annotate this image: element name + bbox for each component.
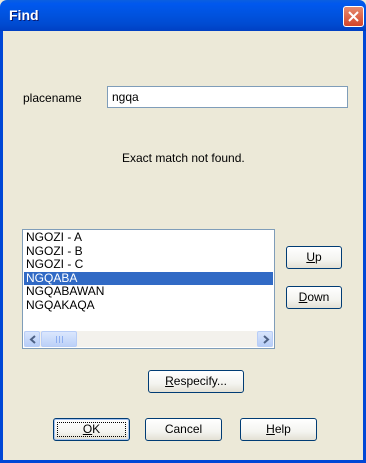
horizontal-scrollbar[interactable]	[24, 331, 273, 347]
cancel-label: Cancel	[164, 422, 203, 436]
up-button[interactable]: Up	[286, 246, 342, 269]
cancel-button[interactable]: Cancel	[145, 418, 222, 441]
title-bar[interactable]: Find	[0, 0, 366, 31]
down-label: own	[307, 290, 330, 304]
up-mnemonic: U	[306, 250, 315, 264]
placename-input[interactable]: ngqa	[107, 86, 348, 108]
scroll-right-button[interactable]	[257, 331, 273, 347]
respecify-label: especify...	[173, 374, 227, 388]
up-label: p	[314, 250, 322, 264]
chevron-left-icon	[29, 335, 36, 344]
window-border-left	[0, 31, 3, 463]
scroll-left-button[interactable]	[24, 331, 40, 347]
respecify-mnemonic: R	[165, 374, 174, 388]
help-button[interactable]: Help	[240, 418, 317, 441]
list-item[interactable]: NGOZI - B	[24, 244, 273, 259]
scroll-thumb[interactable]	[41, 331, 77, 347]
status-message: Exact match not found.	[122, 151, 245, 165]
down-button[interactable]: Down	[286, 286, 342, 309]
dialog-title: Find	[9, 7, 39, 23]
results-list: NGOZI - A NGOZI - B NGOZI - C NGQABA NGQABAW…	[24, 231, 273, 312]
respecify-button[interactable]: Respecify...	[148, 370, 244, 393]
close-icon	[348, 11, 359, 22]
help-label: elp	[274, 422, 291, 436]
close-button[interactable]	[343, 6, 364, 27]
list-item[interactable]: NGQAKAQA	[24, 298, 273, 313]
list-item[interactable]: NGQABA	[24, 271, 273, 285]
results-listbox[interactable]: NGOZI - A NGOZI - B NGOZI - C NGQABA NGQABAW…	[22, 229, 275, 349]
chevron-right-icon	[263, 335, 270, 344]
list-item[interactable]: NGQABAWAN	[24, 285, 273, 299]
help-mnemonic: H	[266, 422, 275, 436]
ok-button[interactable]: OK	[53, 418, 130, 441]
placename-label: placename	[23, 91, 82, 105]
list-item[interactable]: NGOZI - A	[24, 231, 273, 245]
list-item[interactable]: NGOZI - C	[24, 258, 273, 272]
focus-rect	[57, 422, 126, 437]
